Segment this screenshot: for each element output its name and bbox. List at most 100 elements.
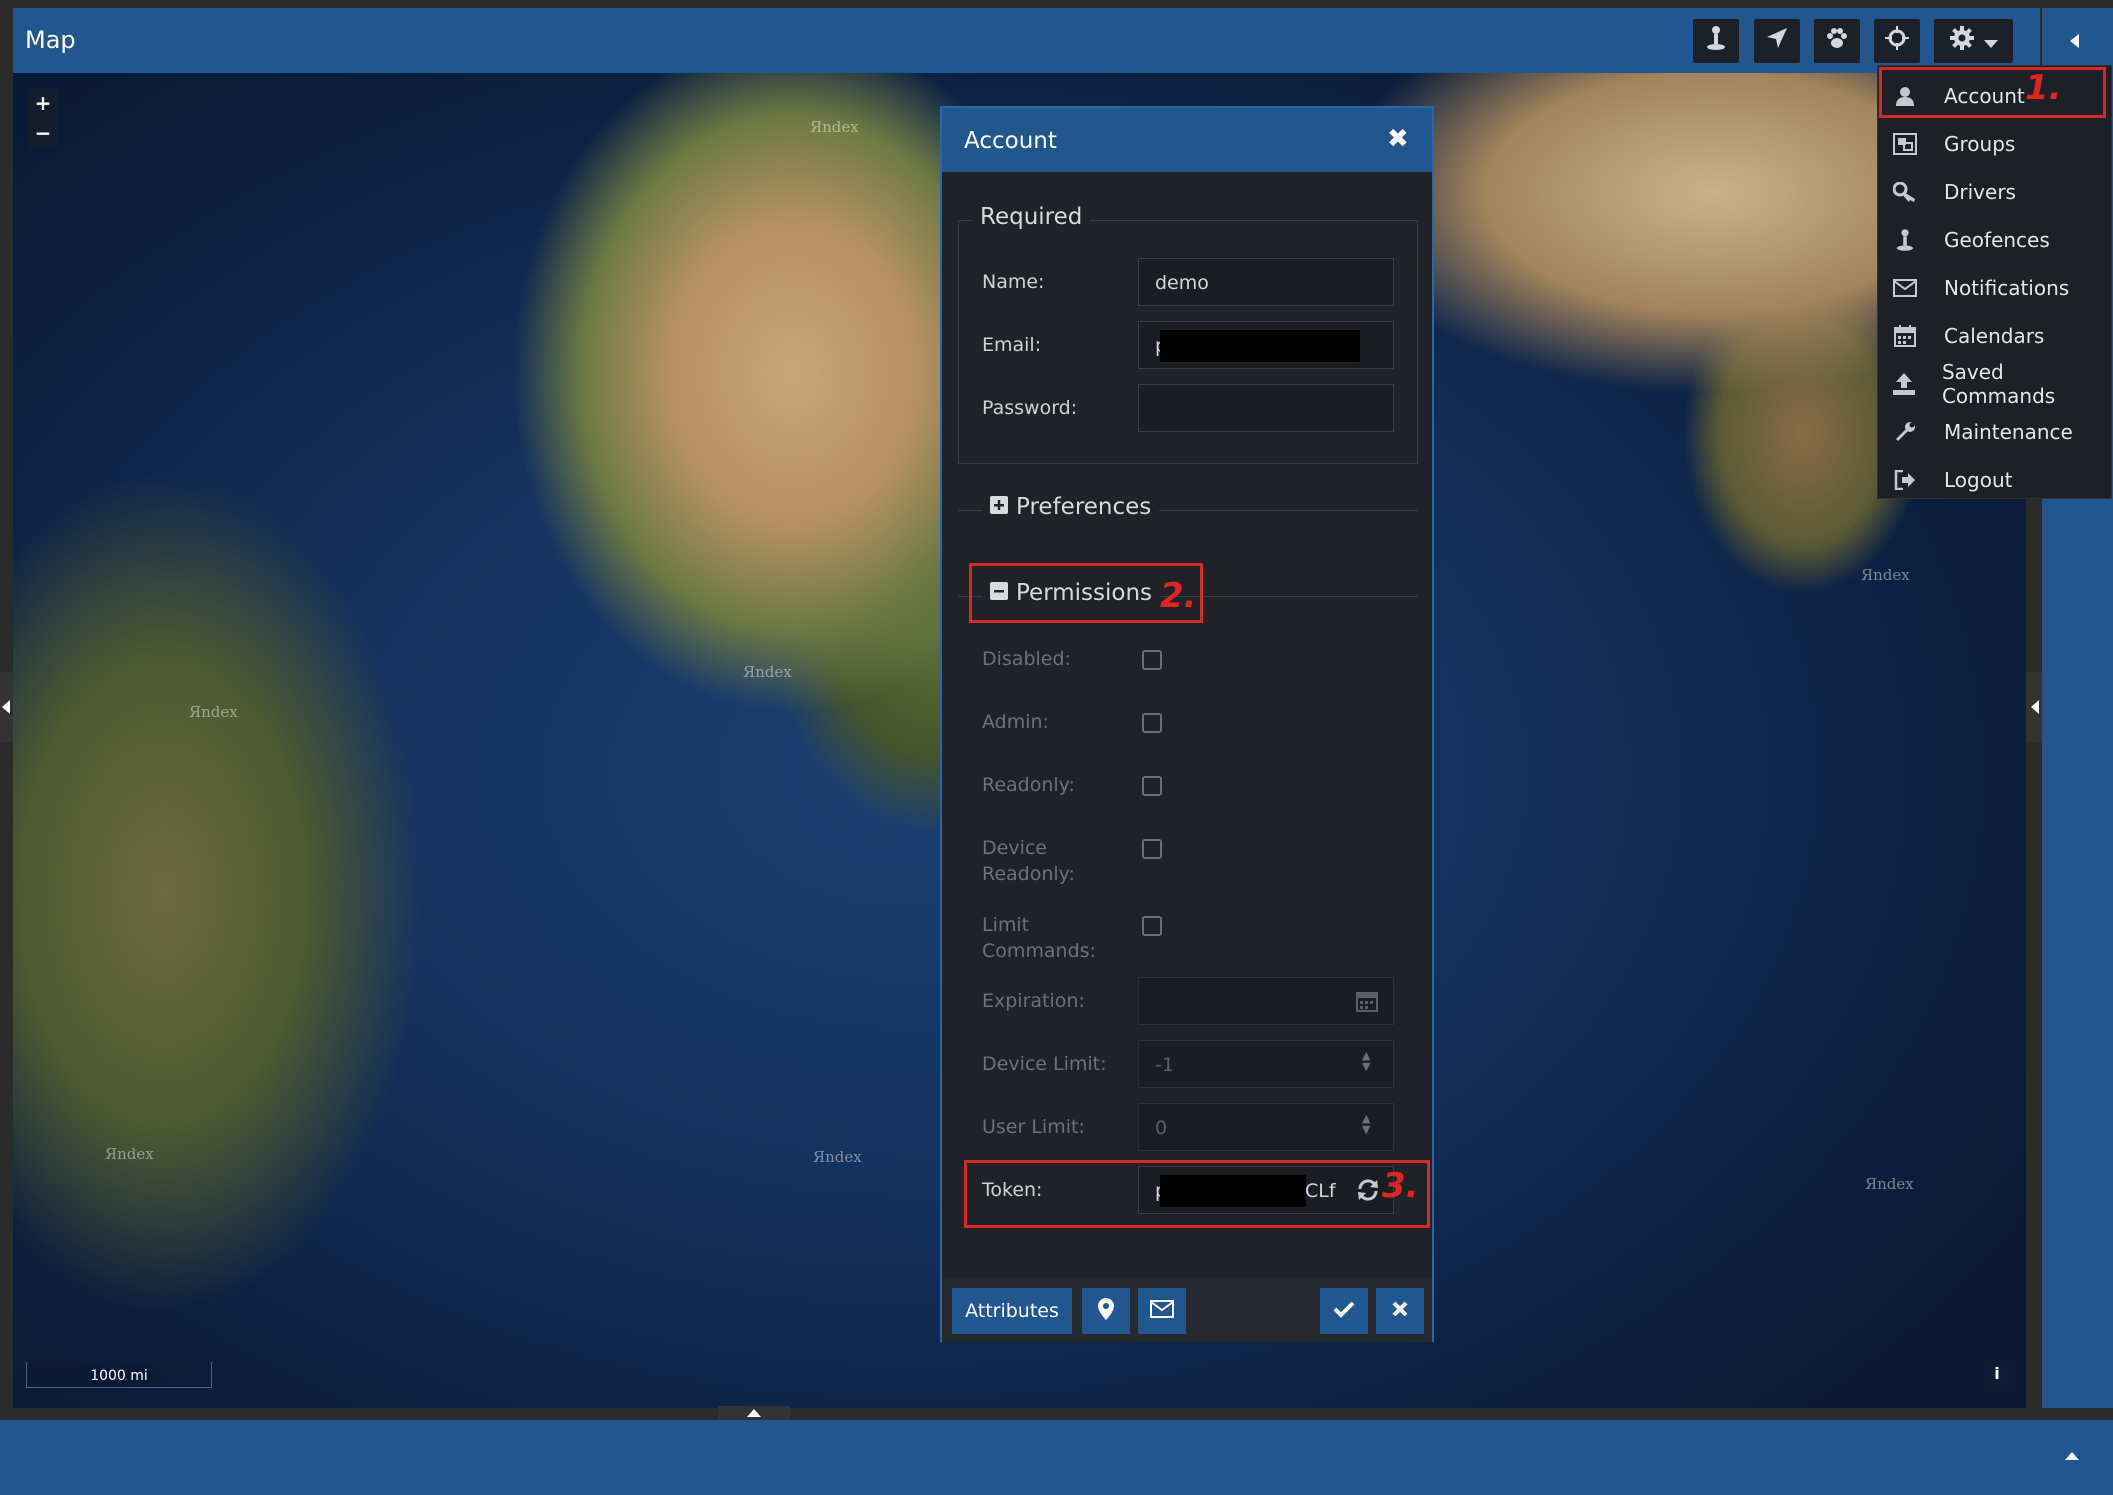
wrench-icon: [1890, 421, 1920, 443]
menu-item-maintenance[interactable]: Maintenance: [1878, 408, 2111, 456]
password-label: Password:: [982, 397, 1078, 419]
name-field[interactable]: demo: [1138, 258, 1394, 306]
info-button[interactable]: i: [1985, 1362, 2009, 1386]
device-limit-label: Device Limit:: [982, 1053, 1107, 1075]
limit-commands-label-2: Commands:: [982, 940, 1096, 962]
geofences-link-button[interactable]: [1082, 1288, 1130, 1334]
key-icon: [1890, 182, 1920, 202]
annotation-box-account: [1879, 67, 2106, 118]
map-attribution-label: Яndex: [105, 1145, 154, 1163]
notifications-link-button[interactable]: [1138, 1288, 1186, 1334]
admin-label: Admin:: [982, 711, 1049, 733]
map-pin-person-icon: [1706, 25, 1726, 57]
email-label: Email:: [982, 334, 1042, 356]
map-attribution-label: Яndex: [1865, 1175, 1914, 1193]
annotation-number: 1.: [2025, 68, 2062, 108]
device-limit-field[interactable]: -1: [1138, 1040, 1394, 1088]
settings-button[interactable]: [1934, 19, 2013, 63]
follow-button[interactable]: [1814, 19, 1860, 63]
menu-item-label: Drivers: [1944, 180, 2016, 204]
caret-down-icon: [1983, 29, 1998, 54]
envelope-icon: [1150, 1299, 1174, 1323]
attributes-button[interactable]: Attributes: [952, 1288, 1072, 1334]
readonly-label: Readonly:: [982, 774, 1075, 796]
map-marker-icon: [1098, 1297, 1114, 1325]
envelope-icon: [1890, 279, 1920, 297]
device-limit-spinner[interactable]: ▲ ▼: [1362, 1050, 1370, 1072]
menu-item-notifications[interactable]: Notifications: [1878, 264, 2111, 312]
sign-out-icon: [1890, 470, 1920, 490]
limit-commands-label: Limit: [982, 914, 1030, 936]
limit-commands-checkbox[interactable]: [1142, 916, 1162, 936]
menu-item-geofences[interactable]: Geofences: [1878, 216, 2111, 264]
admin-checkbox[interactable]: [1142, 713, 1162, 733]
annotation-box-token: [964, 1160, 1430, 1228]
menu-item-saved-commands[interactable]: Saved Commands: [1878, 360, 2111, 408]
menu-item-calendars[interactable]: Calendars: [1878, 312, 2111, 360]
preferences-legend: Preferences: [1016, 494, 1152, 520]
disabled-checkbox[interactable]: [1142, 650, 1162, 670]
dialog-header: Account ✖: [942, 108, 1432, 172]
required-legend: Required: [972, 204, 1091, 230]
menu-item-label: Groups: [1944, 132, 2016, 156]
geofence-tool-button[interactable]: [1693, 19, 1739, 63]
menu-item-groups[interactable]: Groups: [1878, 120, 2111, 168]
disabled-label: Disabled:: [982, 648, 1071, 670]
zoom-out-button[interactable]: −: [28, 118, 58, 148]
preferences-toggle[interactable]: Preferences: [982, 494, 1160, 520]
groups-icon: [1890, 133, 1920, 155]
user-limit-field[interactable]: 0: [1138, 1103, 1394, 1151]
map-attribution-label: Яndex: [1861, 566, 1910, 584]
expand-bottom-icon[interactable]: [2065, 1452, 2079, 1460]
settings-menu: Account Groups Drivers Geofences Notific…: [1877, 65, 2112, 499]
expiration-label: Expiration:: [982, 990, 1085, 1012]
device-readonly-checkbox[interactable]: [1142, 839, 1162, 859]
redacted-email: [1160, 330, 1360, 362]
calendar-icon[interactable]: [1356, 990, 1378, 1016]
menu-item-drivers[interactable]: Drivers: [1878, 168, 2111, 216]
crosshair-icon: [1885, 26, 1909, 56]
menu-item-label: Saved Commands: [1941, 360, 2056, 408]
zoom-in-button[interactable]: +: [28, 88, 58, 118]
password-field[interactable]: [1138, 384, 1394, 432]
bottom-panel: [0, 1420, 2113, 1495]
navigate-button[interactable]: [1754, 19, 1800, 63]
name-label: Name:: [982, 271, 1045, 293]
right-panel-handle[interactable]: [2026, 672, 2042, 742]
menu-item-label: Maintenance: [1944, 420, 2073, 444]
checkmark-icon: [1333, 1300, 1355, 1323]
device-readonly-label: Device: [982, 837, 1047, 859]
menu-item-label: Geofences: [1944, 228, 2050, 252]
menu-item-label: Logout: [1944, 468, 2013, 492]
close-icon: [1392, 1300, 1408, 1322]
map-attribution-label: Яndex: [813, 1148, 862, 1166]
save-button[interactable]: [1320, 1288, 1368, 1334]
user-limit-label: User Limit:: [982, 1116, 1085, 1138]
zoom-control: + −: [28, 88, 58, 148]
center-button[interactable]: [1874, 19, 1920, 63]
user-limit-spinner[interactable]: ▲ ▼: [1362, 1113, 1370, 1135]
cancel-button[interactable]: [1376, 1288, 1424, 1334]
plus-square-icon: [990, 494, 1008, 520]
readonly-checkbox[interactable]: [1142, 776, 1162, 796]
map-attribution-label: Яndex: [743, 663, 792, 681]
menu-item-label: Notifications: [1944, 276, 2070, 300]
map-header: Map: [13, 8, 2040, 73]
collapse-panel-icon[interactable]: [2070, 34, 2079, 48]
map-pin-person-icon: [1890, 228, 1920, 252]
device-readonly-label-2: Readonly:: [982, 863, 1075, 885]
dialog-footer: Attributes: [942, 1278, 1432, 1342]
close-icon[interactable]: ✖: [1387, 124, 1409, 154]
map-attribution-label: Яndex: [810, 118, 859, 136]
annotation-number: 3.: [1382, 1166, 1419, 1206]
page-title: Map: [25, 26, 76, 54]
scale-bar: 1000 mi: [26, 1362, 212, 1388]
account-dialog: Account ✖ Required Name: demo Email: p P…: [940, 106, 1434, 1342]
gear-icon: [1949, 26, 1974, 56]
menu-item-logout[interactable]: Logout: [1878, 456, 2111, 504]
bottom-panel-handle[interactable]: [718, 1406, 790, 1420]
calendar-icon: [1890, 325, 1920, 347]
dialog-title: Account: [964, 128, 1057, 154]
left-panel-handle[interactable]: [0, 672, 13, 742]
annotation-number: 2.: [1160, 576, 1197, 616]
